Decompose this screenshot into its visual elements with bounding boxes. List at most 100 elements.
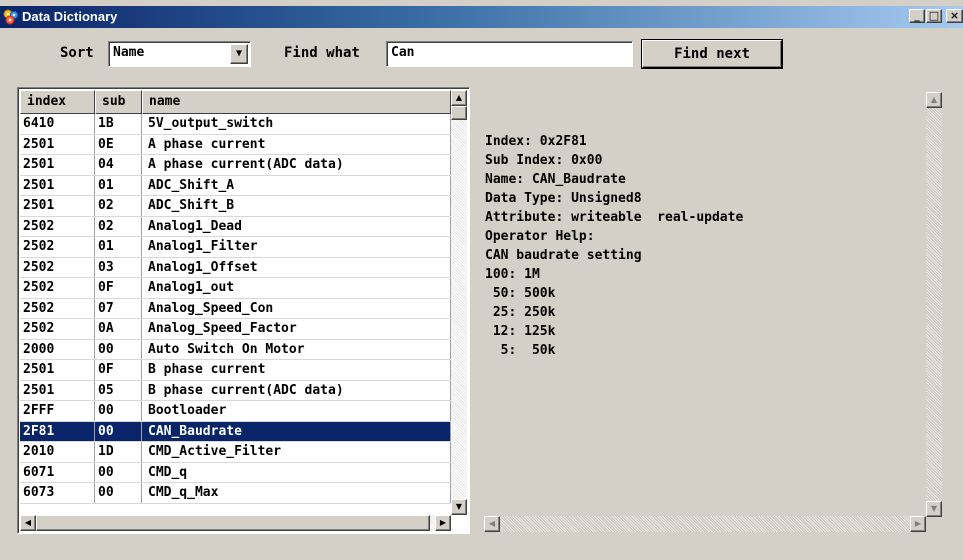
detail-line: 12: 125k [485, 324, 556, 339]
cell-sub: 03 [95, 257, 142, 277]
list-rows: 6410 1B 5V_output_switch 2501 0E A phase curr… [20, 114, 451, 510]
cell-index: 2502 [20, 216, 95, 236]
sort-label: Sort [60, 45, 94, 61]
cell-index: 2502 [20, 278, 95, 298]
cell-index: 6410 [20, 114, 95, 134]
cell-index: 2010 [20, 442, 95, 462]
cell-name: Analog1_Dead [142, 216, 451, 236]
detail-line: Operator Help: [485, 229, 595, 244]
table-row[interactable]: 2502 0A Analog_Speed_Factor [20, 319, 451, 340]
cell-index: 2FFF [20, 401, 95, 421]
cell-sub: 04 [95, 155, 142, 175]
chevron-down-icon[interactable]: ▼ [230, 44, 248, 64]
sort-dropdown[interactable]: Name ▼ [108, 41, 251, 67]
cell-sub: 01 [95, 237, 142, 257]
table-row[interactable]: 2000 00 Auto Switch On Motor [20, 339, 451, 360]
cell-sub: 0F [95, 360, 142, 380]
table-row[interactable]: 2501 05 B phase current(ADC data) [20, 380, 451, 401]
list-horizontal-scrollbar[interactable]: ◀ ▶ [20, 515, 451, 531]
table-row[interactable]: 6410 1B 5V_output_switch [20, 114, 451, 135]
table-row[interactable]: 2501 01 ADC_Shift_A [20, 175, 451, 196]
horizontal-scroll-thumb[interactable] [36, 515, 430, 531]
detail-line: Attribute: writeable real-update [485, 210, 744, 225]
title-bar[interactable]: Data Dictionary _ □ × [0, 6, 963, 28]
detail-horizontal-scrollbar[interactable]: ◀ ▶ [484, 516, 926, 532]
scroll-thumb[interactable] [451, 106, 467, 120]
cell-index: 2502 [20, 298, 95, 318]
detail-line: 25: 250k [485, 305, 556, 320]
detail-line: Name: CAN_Baudrate [485, 172, 626, 187]
find-input-value: Can [391, 45, 415, 60]
cell-sub: 0E [95, 134, 142, 154]
cell-sub: 00 [95, 421, 142, 441]
cell-index: 6071 [20, 462, 95, 482]
cell-sub: 00 [95, 483, 142, 503]
cell-name: B phase current [142, 360, 451, 380]
detail-line: Data Type: Unsigned8 [485, 191, 642, 206]
detail-vertical-scrollbar[interactable]: ▲ ▼ [926, 92, 942, 517]
close-button[interactable]: × [946, 9, 963, 23]
find-label: Find what [284, 45, 360, 61]
table-row[interactable]: 2F81 00 CAN_Baudrate [20, 421, 451, 442]
dictionary-list[interactable]: index sub name 6410 1B 5V_output_switch 250… [17, 87, 470, 534]
table-row[interactable]: 2502 03 Analog1_Offset [20, 257, 451, 278]
cell-name: CAN_Baudrate [142, 421, 451, 441]
table-row[interactable]: 2501 02 ADC_Shift_B [20, 196, 451, 217]
detail-scroll-left-arrow-icon[interactable]: ◀ [484, 516, 500, 532]
cell-sub: 00 [95, 339, 142, 359]
cell-sub: 00 [95, 462, 142, 482]
cell-name: Analog_Speed_Con [142, 298, 451, 318]
table-row[interactable]: 2502 01 Analog1_Filter [20, 237, 451, 258]
find-next-button[interactable]: Find next [642, 40, 782, 68]
cell-name: Analog_Speed_Factor [142, 319, 451, 339]
maximize-button[interactable]: □ [926, 9, 942, 23]
table-row[interactable]: 2502 02 Analog1_Dead [20, 216, 451, 237]
scroll-right-arrow-icon[interactable]: ▶ [435, 515, 451, 531]
cell-sub: 02 [95, 196, 142, 216]
detail-line: 5: 50k [485, 343, 556, 358]
cell-name: Bootloader [142, 401, 451, 421]
cell-index: 2501 [20, 196, 95, 216]
column-header-index[interactable]: index [20, 90, 95, 114]
cell-sub: 05 [95, 380, 142, 400]
table-row[interactable]: 2502 0F Analog1_out [20, 278, 451, 299]
table-row[interactable]: 2FFF 00 Bootloader [20, 401, 451, 422]
scroll-down-arrow-icon[interactable]: ▼ [451, 499, 467, 515]
table-row[interactable]: 2501 0F B phase current [20, 360, 451, 381]
cell-index: 2000 [20, 339, 95, 359]
cell-name: Auto Switch On Motor [142, 339, 451, 359]
cell-index: 6073 [20, 483, 95, 503]
detail-line: 100: 1M [485, 267, 540, 282]
detail-line: Index: 0x2F81 [485, 134, 587, 149]
find-input[interactable]: Can [386, 41, 633, 67]
table-row[interactable]: 2010 1D CMD_Active_Filter [20, 442, 451, 463]
window-title: Data Dictionary [22, 9, 118, 24]
cell-sub: 02 [95, 216, 142, 236]
cell-sub: 0A [95, 319, 142, 339]
scroll-up-arrow-icon[interactable]: ▲ [451, 90, 467, 106]
cell-sub: 1B [95, 114, 142, 134]
sort-value: Name [113, 45, 145, 60]
column-header-sub[interactable]: sub [95, 90, 142, 114]
table-row[interactable]: 6073 00 CMD_q_Max [20, 483, 451, 504]
table-row[interactable]: 2501 0E A phase current [20, 134, 451, 155]
detail-scroll-down-arrow-icon[interactable]: ▼ [926, 501, 942, 517]
detail-line: 50: 500k [485, 286, 556, 301]
minimize-button[interactable]: _ [909, 9, 925, 23]
column-header-name[interactable]: name [142, 90, 451, 114]
cell-sub: 01 [95, 175, 142, 195]
cell-sub: 00 [95, 401, 142, 421]
table-row[interactable]: 6071 00 CMD_q [20, 462, 451, 483]
cell-name: Analog1_Offset [142, 257, 451, 277]
list-vertical-scrollbar[interactable]: ▲ ▼ [451, 90, 467, 515]
detail-scroll-up-arrow-icon[interactable]: ▲ [926, 92, 942, 108]
list-header: index sub name [20, 90, 451, 114]
cell-name: CMD_Active_Filter [142, 442, 451, 462]
cell-name: Analog1_Filter [142, 237, 451, 257]
detail-scroll-right-arrow-icon[interactable]: ▶ [910, 516, 926, 532]
table-row[interactable]: 2501 04 A phase current(ADC data) [20, 155, 451, 176]
scroll-left-arrow-icon[interactable]: ◀ [20, 515, 36, 531]
table-row[interactable]: 2502 07 Analog_Speed_Con [20, 298, 451, 319]
detail-line: CAN baudrate setting [485, 248, 642, 263]
cell-index: 2501 [20, 360, 95, 380]
